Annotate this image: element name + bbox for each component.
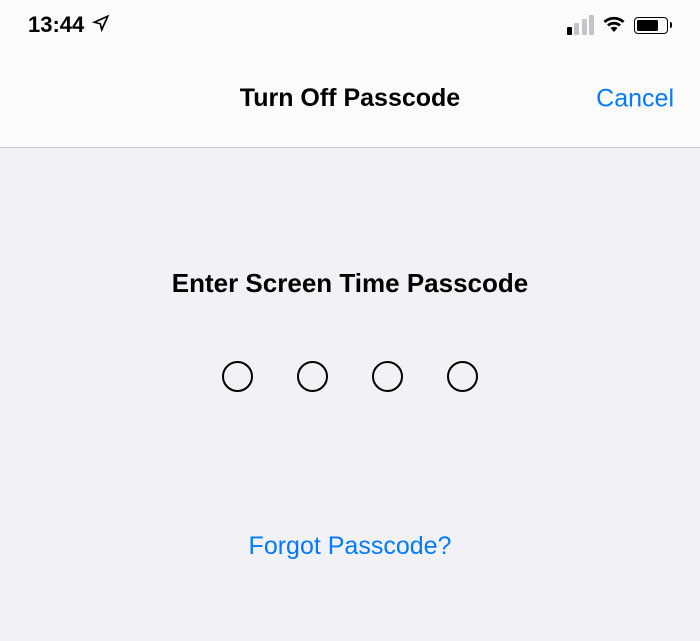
passcode-input[interactable] — [222, 361, 478, 392]
navigation-bar: Turn Off Passcode Cancel — [0, 50, 700, 148]
location-icon — [92, 12, 110, 38]
wifi-icon — [602, 14, 626, 37]
status-bar: 13:44 — [0, 0, 700, 50]
content-area: Enter Screen Time Passcode Forgot Passco… — [0, 148, 700, 561]
passcode-dot-3 — [372, 361, 403, 392]
page-title: Turn Off Passcode — [240, 84, 460, 113]
status-time: 13:44 — [28, 12, 84, 38]
cancel-button[interactable]: Cancel — [596, 84, 674, 113]
forgot-passcode-button[interactable]: Forgot Passcode? — [249, 532, 452, 561]
status-left: 13:44 — [28, 12, 110, 38]
battery-icon — [634, 17, 672, 34]
passcode-dot-4 — [447, 361, 478, 392]
passcode-dot-1 — [222, 361, 253, 392]
passcode-prompt: Enter Screen Time Passcode — [172, 268, 528, 299]
cellular-signal-icon — [567, 15, 595, 35]
passcode-dot-2 — [297, 361, 328, 392]
status-right — [567, 14, 673, 37]
